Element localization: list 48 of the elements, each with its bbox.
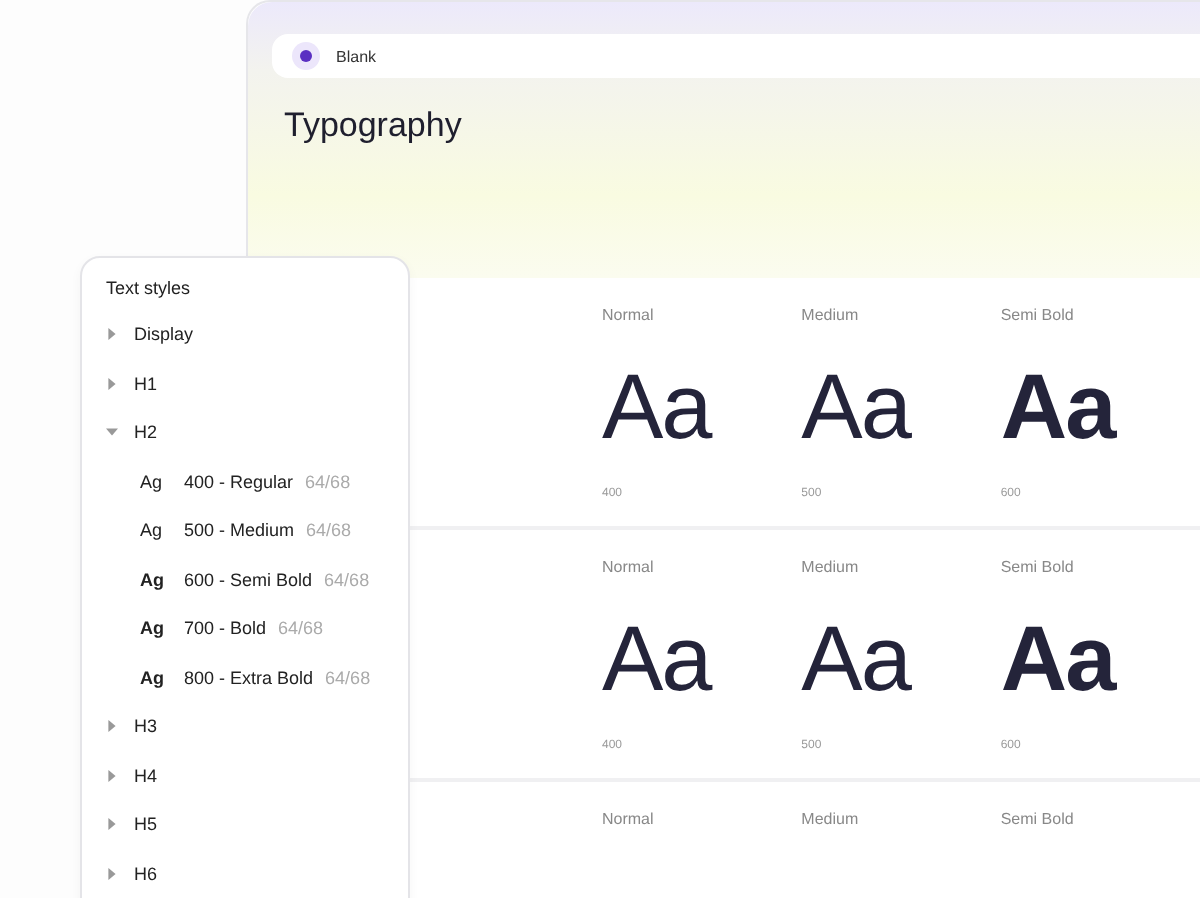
- weight-label: Normal: [602, 810, 656, 828]
- type-sample: Aa: [801, 612, 914, 704]
- font-sample: Ag: [140, 569, 166, 590]
- caret-right-icon[interactable]: [106, 377, 118, 390]
- weight-label: Normal: [602, 558, 656, 576]
- size-value: 64/68: [278, 618, 324, 639]
- style-group[interactable]: H6: [134, 863, 158, 884]
- style-group[interactable]: Display: [134, 324, 194, 345]
- style-group[interactable]: H4: [134, 765, 158, 786]
- style-group[interactable]: H5: [134, 814, 158, 835]
- font-sample: Ag: [140, 618, 166, 639]
- font-sample: Ag: [140, 520, 165, 541]
- weight-label: Medium: [801, 810, 861, 828]
- weight-label: Semi Bold: [1000, 558, 1076, 576]
- panel-title: Text styles: [106, 278, 193, 298]
- logo-icon: [292, 42, 320, 70]
- size-value: 64/68: [306, 520, 352, 541]
- weight-label: Medium: [801, 558, 861, 576]
- app-name: Blank: [336, 47, 377, 65]
- type-sample: Aa: [1000, 360, 1118, 452]
- caret-right-icon[interactable]: [106, 818, 118, 831]
- font-sample: Ag: [140, 667, 166, 688]
- style-name[interactable]: 700 - Bold: [184, 618, 267, 639]
- style-name[interactable]: 400 - Regular: [184, 471, 294, 492]
- style-group[interactable]: H3: [134, 716, 158, 737]
- font-sample: Ag: [140, 471, 165, 492]
- caret-right-icon[interactable]: [106, 720, 118, 733]
- page-title: Typography: [284, 106, 464, 146]
- caret-right-icon[interactable]: [106, 328, 118, 341]
- weight-label: Semi Bold: [1000, 306, 1076, 324]
- type-sample: Aa: [801, 360, 914, 452]
- type-sample: Aa: [602, 360, 715, 452]
- weight-label: Normal: [602, 306, 656, 324]
- size-value: 64/68: [305, 471, 351, 492]
- caret-right-icon[interactable]: [106, 769, 118, 782]
- style-name[interactable]: 800 - Extra Bold: [184, 667, 314, 688]
- caret-down-icon[interactable]: [106, 426, 118, 439]
- caret-right-icon[interactable]: [106, 867, 118, 880]
- type-sample: Aa: [1000, 612, 1118, 704]
- weight-label: Medium: [801, 306, 861, 324]
- style-group[interactable]: H1: [134, 373, 158, 394]
- style-group[interactable]: H2: [134, 422, 158, 443]
- size-value: 64/68: [324, 569, 370, 590]
- style-name[interactable]: 600 - Semi Bold: [184, 569, 313, 590]
- type-sample: Aa: [602, 612, 715, 704]
- weight-label: Semi Bold: [1000, 810, 1076, 828]
- style-name[interactable]: 500 - Medium: [184, 520, 295, 541]
- size-value: 64/68: [325, 667, 371, 688]
